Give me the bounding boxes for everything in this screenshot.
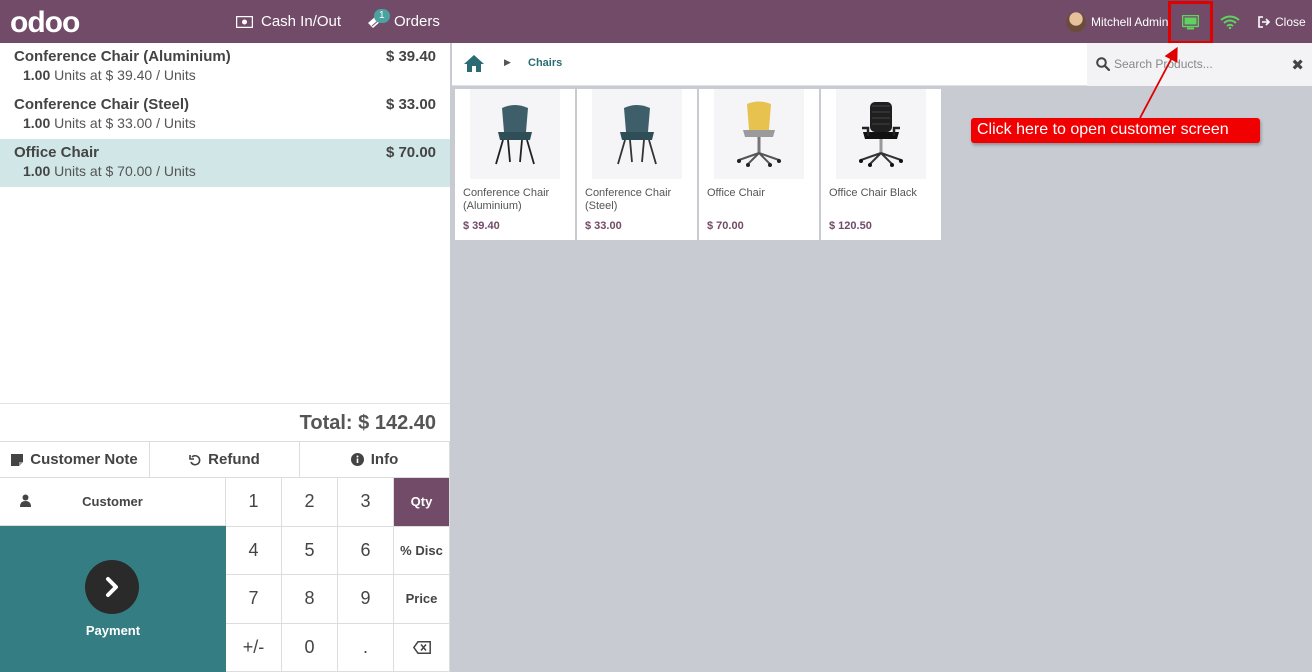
orders-button[interactable]: 1 Orders bbox=[366, 0, 440, 43]
numpad-key-0[interactable]: 0 bbox=[282, 623, 338, 672]
close-label: Close bbox=[1275, 14, 1306, 29]
user-icon bbox=[20, 494, 31, 510]
avatar bbox=[1066, 11, 1086, 32]
product-price: $ 70.00 bbox=[707, 220, 744, 232]
order-line[interactable]: Conference Chair (Aluminium) $ 39.40 1.0… bbox=[0, 43, 450, 91]
numpad-key-5[interactable]: 5 bbox=[282, 526, 338, 575]
control-buttons: Customer Note Refund Info bbox=[0, 441, 450, 478]
wifi-icon bbox=[1220, 15, 1240, 29]
product-price: $ 39.40 bbox=[463, 220, 500, 232]
product-image bbox=[470, 89, 560, 179]
product-image bbox=[714, 89, 804, 179]
order-line-qty: 1.00 bbox=[23, 115, 51, 131]
numpad-key-2[interactable]: 2 bbox=[282, 478, 338, 527]
order-line-detail: Units at $ 33.00 / Units bbox=[50, 115, 196, 131]
numpad-price-mode[interactable]: Price bbox=[394, 575, 450, 624]
breadcrumb: ▶ Chairs ✖ bbox=[452, 43, 1312, 86]
search-input[interactable] bbox=[1114, 53, 1279, 75]
order-panel: Conference Chair (Aluminium) $ 39.40 1.0… bbox=[0, 43, 450, 672]
note-icon bbox=[11, 453, 24, 466]
product-image bbox=[836, 89, 926, 179]
product-price: $ 33.00 bbox=[585, 220, 622, 232]
odoo-logo: odoo bbox=[10, 6, 80, 39]
product-name: Office Chair Black bbox=[829, 187, 917, 199]
order-line-info: 1.00 Units at $ 70.00 / Units bbox=[14, 163, 436, 179]
customer-note-button[interactable]: Customer Note bbox=[0, 442, 150, 478]
chevron-right-icon: ▶ bbox=[504, 57, 511, 67]
numpad: 1 2 3 Qty 4 5 6 % Disc 7 8 9 Price +/- 0… bbox=[226, 478, 450, 672]
search-icon bbox=[1096, 57, 1111, 76]
order-line-qty: 1.00 bbox=[23, 163, 51, 179]
numpad-key-4[interactable]: 4 bbox=[226, 526, 282, 575]
numpad-discount-mode[interactable]: % Disc bbox=[394, 526, 450, 575]
top-bar: odoo Cash In/Out 1 Orders Mitchell Admin… bbox=[0, 0, 1312, 44]
numpad-key-9[interactable]: 9 bbox=[338, 575, 394, 624]
cash-in-out-label: Cash In/Out bbox=[261, 13, 342, 30]
chevron-right-icon bbox=[85, 560, 139, 614]
customer-screen-button[interactable] bbox=[1168, 1, 1213, 44]
product-name: Office Chair bbox=[707, 187, 765, 199]
home-icon[interactable] bbox=[463, 54, 485, 78]
product-card[interactable]: Office Chair $ 70.00 bbox=[699, 89, 819, 240]
breadcrumb-category[interactable]: Chairs bbox=[528, 57, 562, 69]
user-name: Mitchell Admin bbox=[1091, 14, 1169, 29]
clear-search-icon[interactable]: ✖ bbox=[1291, 56, 1304, 74]
info-button[interactable]: Info bbox=[300, 442, 450, 478]
order-line-info: 1.00 Units at $ 33.00 / Units bbox=[14, 115, 436, 131]
undo-icon bbox=[189, 454, 201, 466]
order-total: Total: $ 142.40 bbox=[299, 412, 436, 434]
info-label: Info bbox=[370, 451, 399, 468]
order-line-detail: Units at $ 70.00 / Units bbox=[50, 163, 196, 179]
annotation-callout: Click here to open customer screen bbox=[971, 118, 1260, 143]
order-total-bar: Total: $ 142.40 bbox=[0, 403, 450, 441]
info-icon bbox=[350, 453, 364, 466]
numpad-key-3[interactable]: 3 bbox=[338, 478, 394, 527]
numpad-key-7[interactable]: 7 bbox=[226, 575, 282, 624]
numpad-plus-minus[interactable]: +/- bbox=[226, 623, 282, 672]
refund-button[interactable]: Refund bbox=[150, 442, 300, 478]
order-line-price: $ 39.40 bbox=[385, 48, 436, 65]
orders-label: Orders bbox=[394, 13, 440, 30]
order-line-detail: Units at $ 39.40 / Units bbox=[50, 67, 196, 83]
product-card[interactable]: Conference Chair (Steel) $ 33.00 bbox=[577, 89, 697, 240]
numpad-qty-mode[interactable]: Qty bbox=[394, 478, 450, 527]
refund-label: Refund bbox=[208, 451, 260, 468]
numpad-decimal[interactable]: . bbox=[338, 623, 394, 672]
order-line-selected[interactable]: Office Chair $ 70.00 1.00 Units at $ 70.… bbox=[0, 139, 450, 187]
numpad-key-1[interactable]: 1 bbox=[226, 478, 282, 527]
product-name: Conference Chair (Steel) bbox=[585, 187, 672, 212]
order-line-price: $ 33.00 bbox=[385, 96, 436, 113]
product-card[interactable]: Office Chair Black $ 120.50 bbox=[821, 89, 941, 240]
order-line-name: Conference Chair (Steel) bbox=[14, 96, 190, 113]
cash-icon bbox=[236, 15, 253, 28]
customer-button[interactable]: Customer bbox=[0, 478, 226, 526]
monitor-icon bbox=[1182, 15, 1199, 30]
cash-in-out-button[interactable]: Cash In/Out bbox=[236, 0, 341, 43]
numpad-key-6[interactable]: 6 bbox=[338, 526, 394, 575]
product-image bbox=[592, 89, 682, 179]
numpad-key-8[interactable]: 8 bbox=[282, 575, 338, 624]
order-line-name: Office Chair bbox=[14, 144, 100, 161]
close-button[interactable]: Close bbox=[1258, 0, 1306, 43]
numpad-backspace[interactable] bbox=[394, 623, 450, 672]
product-price: $ 120.50 bbox=[829, 220, 872, 232]
order-line[interactable]: Conference Chair (Steel) $ 33.00 1.00 Un… bbox=[0, 91, 450, 139]
orders-count-badge: 1 bbox=[374, 9, 390, 23]
order-line-price: $ 70.00 bbox=[385, 144, 436, 161]
connection-status[interactable] bbox=[1220, 0, 1240, 43]
user-menu[interactable]: Mitchell Admin bbox=[1066, 0, 1168, 43]
search-box: ✖ bbox=[1087, 43, 1312, 86]
order-line-name: Conference Chair (Aluminium) bbox=[14, 48, 231, 65]
payment-button[interactable]: Payment bbox=[0, 526, 226, 672]
product-name: Conference Chair (Aluminium) bbox=[463, 187, 550, 212]
order-line-info: 1.00 Units at $ 39.40 / Units bbox=[14, 67, 436, 83]
backspace-icon bbox=[412, 640, 431, 654]
payment-label: Payment bbox=[85, 623, 141, 638]
order-line-qty: 1.00 bbox=[23, 67, 51, 83]
sign-out-icon bbox=[1258, 15, 1271, 28]
customer-label: Customer bbox=[82, 494, 143, 509]
product-card[interactable]: Conference Chair (Aluminium) $ 39.40 bbox=[455, 89, 575, 240]
customer-note-label: Customer Note bbox=[30, 451, 138, 468]
